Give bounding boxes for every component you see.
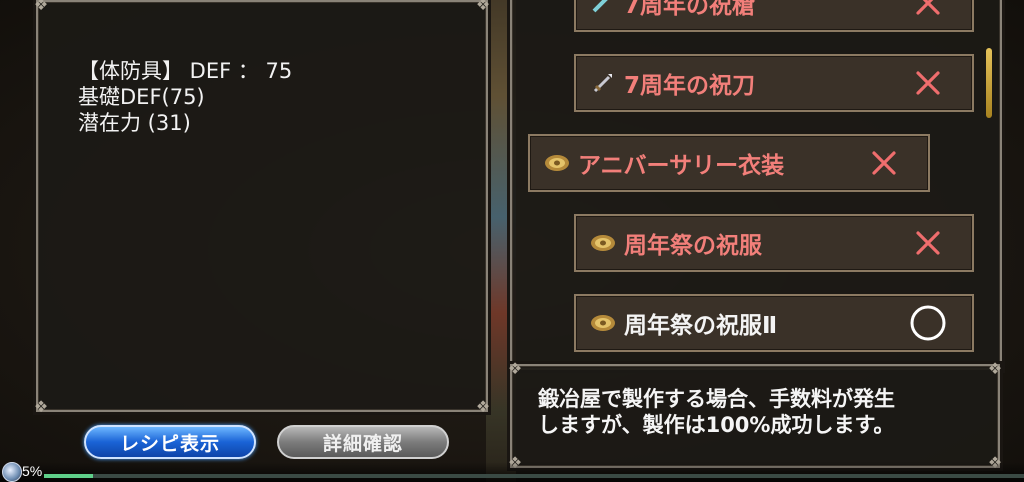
detail-check-button[interactable]: 詳細確認 bbox=[277, 425, 449, 459]
experience-percent: 5% bbox=[22, 463, 43, 479]
ornament-corner-icon: ❖ bbox=[33, 0, 49, 14]
stat-line-type-def: 【体防具】 DEF ： 75 bbox=[78, 59, 293, 83]
equipment-stats: 【体防具】 DEF ： 75 基礎DEF(75) 潜在力 (31) bbox=[78, 58, 292, 136]
recipe-name: 周年祭の祝服 bbox=[624, 233, 762, 259]
message-line: 鍛冶屋で製作する場合、手数料が発生 bbox=[538, 387, 895, 411]
ornament-corner-icon: ❖ bbox=[987, 359, 1003, 378]
recipe-row[interactable]: 7周年の祝槍 bbox=[574, 0, 974, 32]
recipe-row[interactable]: 周年祭の祝服 bbox=[574, 214, 974, 272]
stat-line-base-def: 基礎DEF(75) bbox=[78, 85, 205, 109]
recipe-row[interactable]: アニバーサリー衣装 bbox=[528, 134, 930, 192]
ornament-corner-icon: ❖ bbox=[475, 0, 491, 14]
recipe-list-scrollbar[interactable] bbox=[986, 48, 992, 118]
cross-icon bbox=[862, 141, 906, 185]
experience-orb-icon bbox=[2, 462, 22, 482]
experience-bar-fill bbox=[44, 474, 93, 478]
recipe-row[interactable]: 周年祭の祝服Ⅱ bbox=[574, 294, 974, 352]
message-text: 鍛冶屋で製作する場合、手数料が発生 しますが、製作は100%成功します。 bbox=[538, 386, 895, 438]
armor-icon bbox=[590, 313, 616, 333]
cross-icon bbox=[906, 61, 950, 105]
experience-bar bbox=[44, 474, 1024, 478]
ornament-corner-icon: ❖ bbox=[475, 397, 491, 416]
recipe-name: アニバーサリー衣装 bbox=[578, 153, 785, 179]
recipe-display-button[interactable]: レシピ表示 bbox=[84, 425, 256, 459]
sword-icon bbox=[590, 73, 616, 93]
armor-icon bbox=[544, 153, 570, 173]
recipe-name: 7周年の祝刀 bbox=[624, 73, 756, 99]
ornament-corner-icon: ❖ bbox=[507, 359, 523, 378]
stat-line-potential: 潜在力 (31) bbox=[78, 111, 191, 135]
ornament-corner-icon: ❖ bbox=[33, 397, 49, 416]
recipe-row[interactable]: 7周年の祝刀 bbox=[574, 54, 974, 112]
cross-icon bbox=[906, 0, 950, 25]
armor-icon bbox=[590, 233, 616, 253]
cross-icon bbox=[906, 221, 950, 265]
recipe-name: 7周年の祝槍 bbox=[624, 0, 756, 19]
status-footer bbox=[0, 462, 1024, 482]
spear-icon bbox=[590, 0, 616, 13]
recipe-name: 周年祭の祝服Ⅱ bbox=[624, 313, 778, 339]
message-panel: ❖ ❖ ❖ ❖ 鍛冶屋で製作する場合、手数料が発生 しますが、製作は100%成功… bbox=[508, 360, 1002, 472]
recipe-list[interactable]: 7周年の祝槍 7周年の祝刀アニバーサリー衣装周年祭の祝服 周年祭の祝服Ⅱ bbox=[512, 0, 1002, 370]
circle-icon bbox=[906, 301, 950, 345]
message-line: しますが、製作は100%成功します。 bbox=[538, 413, 895, 437]
